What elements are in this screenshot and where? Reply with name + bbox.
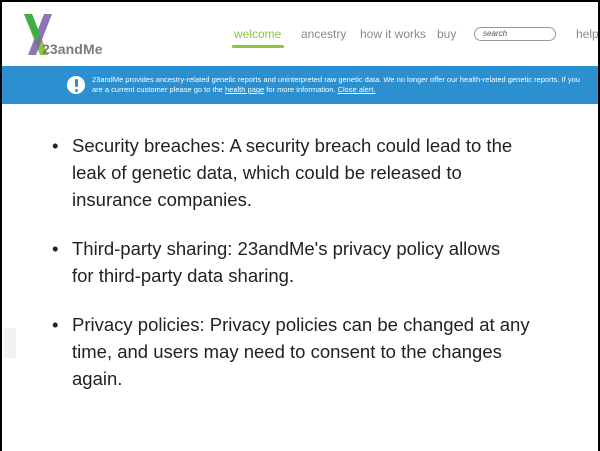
- bullet-privacy-policies: Privacy policies: Privacy policies can b…: [52, 311, 542, 392]
- alert-bar: 23andMe provides ancestry-related geneti…: [2, 66, 598, 104]
- alert-text-after: for more information.: [264, 85, 338, 94]
- health-page-link[interactable]: health page: [225, 85, 264, 94]
- alert-message: 23andMe provides ancestry-related geneti…: [92, 75, 582, 95]
- nav-active-underline: [232, 45, 284, 48]
- site-header: 23andMe welcome ancestry how it works bu…: [2, 2, 599, 66]
- bullet-third-party-sharing: Third-party sharing: 23andMe's privacy p…: [52, 235, 502, 289]
- logo[interactable]: 23andMe: [18, 12, 143, 57]
- nav-welcome[interactable]: welcome: [234, 27, 281, 41]
- close-alert-link[interactable]: Close alert.: [338, 85, 376, 94]
- slide-content: Security breaches: A security breach cou…: [52, 132, 572, 392]
- nav-buy[interactable]: buy: [437, 27, 456, 41]
- nav-help[interactable]: help: [576, 27, 599, 41]
- search-input[interactable]: search: [474, 27, 556, 41]
- bullet-security-breaches: Security breaches: A security breach cou…: [52, 132, 542, 213]
- side-marker: [4, 328, 16, 358]
- logo-text: 23andMe: [42, 41, 103, 57]
- nav-ancestry[interactable]: ancestry: [301, 27, 346, 41]
- alert-exclamation-icon: [67, 76, 85, 94]
- nav-how-it-works[interactable]: how it works: [360, 27, 426, 41]
